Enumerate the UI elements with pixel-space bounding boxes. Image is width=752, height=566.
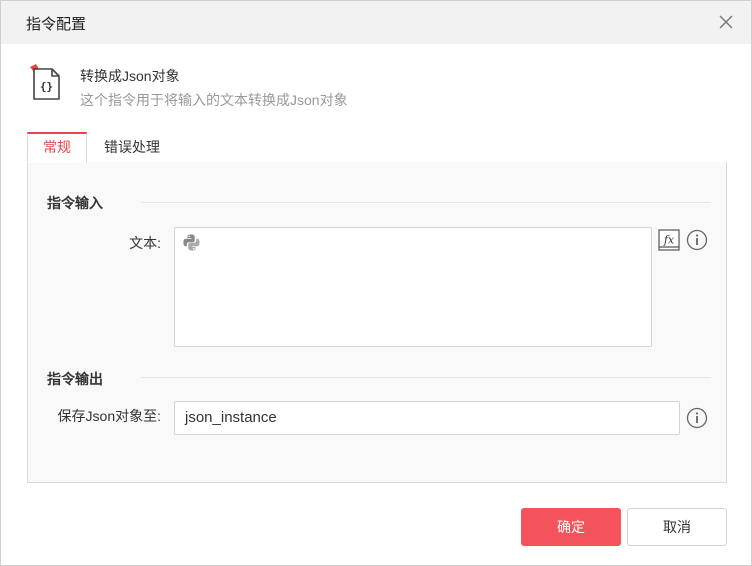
section-divider — [141, 202, 711, 203]
section-title-output: 指令输出 — [47, 371, 103, 387]
close-icon[interactable] — [717, 13, 735, 31]
command-description: 这个指令用于将输入的文本转换成Json对象 — [80, 92, 348, 108]
text-input-area[interactable] — [174, 227, 652, 347]
fx-icon[interactable]: fx — [658, 229, 680, 251]
section-divider — [43, 202, 65, 203]
save-field-label: 保存Json对象至: — [57, 408, 161, 424]
python-icon[interactable] — [182, 233, 201, 252]
info-icon[interactable] — [686, 229, 708, 251]
text-field-label: 文本: — [129, 235, 161, 251]
json-braces-icon: {} — [30, 64, 60, 100]
tab-general[interactable]: 常规 — [27, 132, 87, 163]
tab-error-handling[interactable]: 错误处理 — [93, 132, 171, 163]
save-variable-input[interactable]: json_instance — [174, 401, 680, 435]
config-dialog: 指令配置 {} 转换成Json对象 这个指令用于将输入的文本转换成Json对象 … — [0, 0, 752, 566]
confirm-button[interactable]: 确定 — [521, 508, 621, 546]
section-divider — [43, 377, 65, 378]
section-title-input: 指令输入 — [47, 195, 103, 211]
dialog-title: 指令配置 — [26, 16, 87, 33]
command-title: 转换成Json对象 — [80, 68, 180, 84]
section-divider — [141, 377, 711, 378]
cancel-button[interactable]: 取消 — [627, 508, 727, 546]
svg-text:{}: {} — [40, 80, 53, 93]
dialog-titlebar: 指令配置 — [1, 1, 751, 44]
svg-text:fx: fx — [663, 234, 675, 247]
info-icon[interactable] — [686, 407, 708, 429]
